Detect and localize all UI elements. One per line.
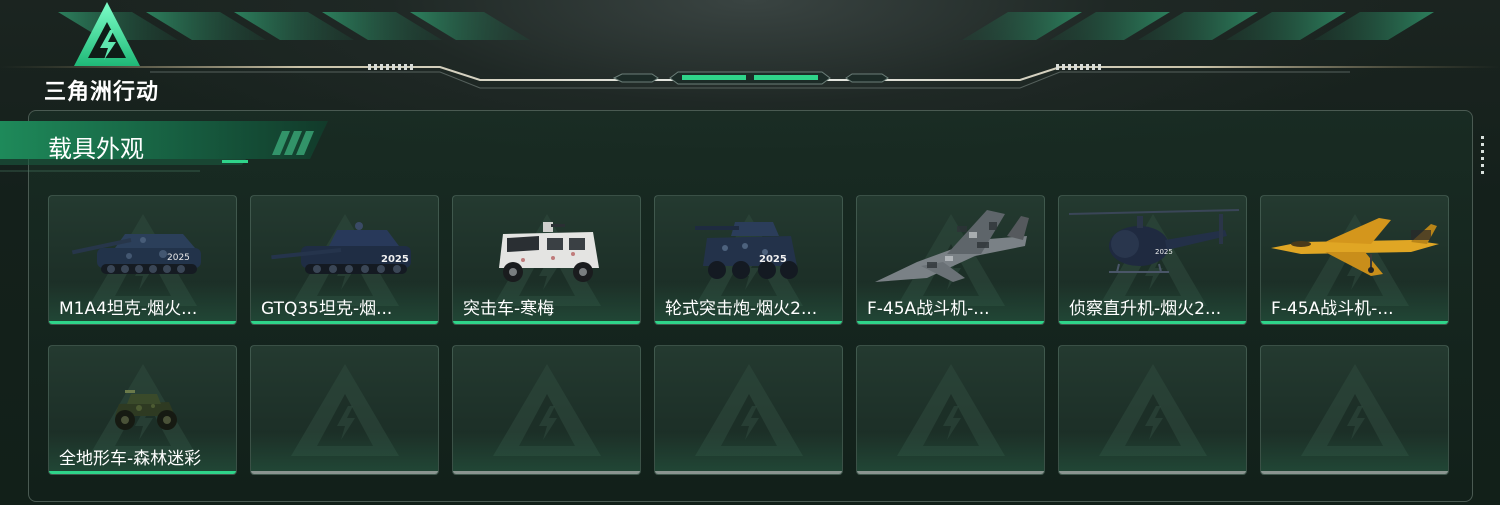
label-background [1261, 432, 1448, 474]
tank-icon: 2025 [71, 234, 201, 274]
empty-skin-slot[interactable] [856, 345, 1045, 475]
atv-icon [115, 390, 177, 430]
delta-logo-icon [74, 2, 140, 66]
vehicle-skin-card[interactable]: F-45A战斗机-... [856, 195, 1045, 325]
vehicle-skin-card[interactable]: 全地形车-森林迷彩 [48, 345, 237, 475]
vehicle-skin-name: F-45A战斗机-... [1271, 299, 1394, 319]
vehicle-skin-name: GTQ35坦克-烟... [261, 299, 393, 319]
vehicle-skin-name: 轮式突击炮-烟火2... [665, 299, 818, 319]
vehicle-skin-name: 全地形车-森林迷彩 [59, 449, 202, 469]
label-background [1059, 432, 1246, 474]
label-background [251, 432, 438, 474]
card-underline [49, 321, 236, 324]
tank2-icon: 2025 [271, 222, 411, 274]
card-underline [1261, 321, 1448, 324]
svg-text:2025: 2025 [167, 253, 190, 263]
card-underline [1261, 471, 1448, 474]
card-underline [655, 321, 842, 324]
card-underline [1059, 321, 1246, 324]
label-background [453, 432, 640, 474]
armored-car-icon: 2025 [695, 222, 798, 279]
card-underline [49, 471, 236, 474]
vehicle-skin-card[interactable]: 2025 M1A4坦克-烟火... [48, 195, 237, 325]
scroll-indicator[interactable] [1481, 136, 1484, 178]
vehicle-skin-name: 突击车-寒梅 [463, 299, 555, 319]
empty-skin-slot[interactable] [1260, 345, 1449, 475]
vehicle-skin-card[interactable]: 突击车-寒梅 [452, 195, 641, 325]
card-underline [453, 321, 640, 324]
card-underline [655, 471, 842, 474]
vehicle-skin-card[interactable]: 2025 轮式突击炮-烟火2... [654, 195, 843, 325]
empty-skin-slot[interactable] [250, 345, 439, 475]
card-underline [1059, 471, 1246, 474]
jet-camo-icon [875, 210, 1029, 282]
helicopter-icon: 2025 [1068, 209, 1240, 273]
label-background [857, 432, 1044, 474]
svg-text:2025: 2025 [381, 254, 409, 265]
card-underline [251, 321, 438, 324]
vehicle-skin-name: M1A4坦克-烟火... [59, 299, 198, 319]
header-frame [0, 0, 1500, 100]
vehicle-skin-name: 侦察直升机-烟火2... [1069, 299, 1222, 319]
card-underline [857, 321, 1044, 324]
vehicle-skin-card[interactable]: 2025 GTQ35坦克-烟... [250, 195, 439, 325]
jet-yellow-icon [1271, 218, 1439, 276]
svg-text:2025: 2025 [1155, 248, 1173, 256]
vehicle-skin-name: F-45A战斗机-... [867, 299, 990, 319]
armored-car-white-icon [499, 222, 599, 282]
card-underline [857, 471, 1044, 474]
vehicle-skin-card[interactable]: 2025 侦察直升机-烟火2... [1058, 195, 1247, 325]
card-underline [453, 471, 640, 474]
empty-skin-slot[interactable] [1058, 345, 1247, 475]
section-title: 载具外观 [48, 135, 144, 163]
vehicle-skin-card[interactable]: F-45A战斗机-... [1260, 195, 1449, 325]
logo-text: 三角洲行动 [44, 80, 160, 105]
card-underline [251, 471, 438, 474]
empty-skin-slot[interactable] [654, 345, 843, 475]
empty-skin-slot[interactable] [452, 345, 641, 475]
svg-text:2025: 2025 [759, 254, 787, 265]
label-background [655, 432, 842, 474]
